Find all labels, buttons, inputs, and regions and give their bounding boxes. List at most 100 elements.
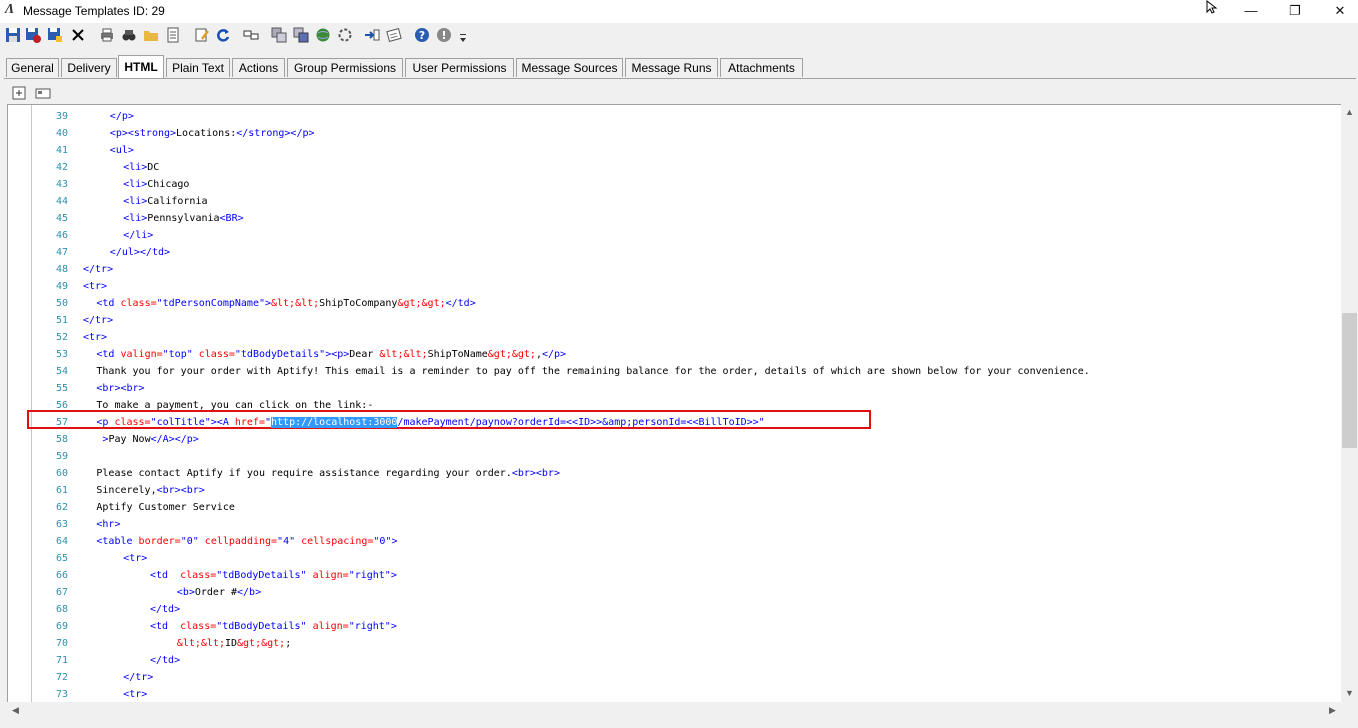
code-token: class= <box>180 621 217 632</box>
save-close-icon[interactable] <box>25 27 43 45</box>
code-token: Sincerely, <box>96 485 157 496</box>
horizontal-scrollbar[interactable]: ◀ ▶ <box>7 702 1341 719</box>
code-line[interactable]: 61 Sincerely,<br><br> <box>8 482 1342 499</box>
code-line[interactable]: 55 <br><br> <box>8 380 1342 397</box>
code-token: ShipToCompany <box>319 298 398 309</box>
notes-icon[interactable] <box>386 27 404 45</box>
code-token: <table <box>96 536 139 547</box>
code-line[interactable]: 59 <box>8 448 1342 465</box>
code-token: </li> <box>123 230 154 241</box>
tab-group-permissions[interactable]: Group Permissions <box>287 58 403 77</box>
tab-html[interactable]: HTML <box>118 55 164 78</box>
code-line[interactable]: 46 </li> <box>8 227 1342 244</box>
line-number: 69 <box>55 621 68 632</box>
save-icon[interactable] <box>5 27 23 45</box>
tab-general[interactable]: General <box>6 58 59 77</box>
code-line[interactable]: 65 <tr> <box>8 550 1342 567</box>
print-icon[interactable] <box>99 27 117 45</box>
code-token: <tr> <box>83 281 108 292</box>
code-line[interactable]: 64 <table border="0" cellpadding="4" cell… <box>8 533 1342 550</box>
help-icon[interactable]: ? <box>414 27 432 45</box>
close-button[interactable]: ✕ <box>1317 0 1358 23</box>
code-line[interactable]: 48 </tr> <box>8 261 1342 278</box>
code-line[interactable]: 57 <p class="colTitle"><A href="http://lo… <box>8 414 1342 431</box>
tab-user-permissions[interactable]: User Permissions <box>405 58 514 77</box>
code-line[interactable]: 54 Thank you for your order with Aptify! … <box>8 363 1342 380</box>
scroll-down-icon[interactable]: ▼ <box>1341 685 1358 702</box>
code-text: </p> <box>110 108 134 125</box>
code-line[interactable]: 52 <tr> <box>8 329 1342 346</box>
code-token: "tdBodyDetails" <box>216 570 313 581</box>
scroll-left-icon[interactable]: ◀ <box>7 702 24 719</box>
code-line[interactable]: 39 </p> <box>8 108 1342 125</box>
html-code-editor[interactable]: 39 </p> 40 <p><strong>Locations:</strong></… <box>7 104 1342 703</box>
code-token: cellspacing= <box>301 536 374 547</box>
code-line[interactable]: 44 <li>California <box>8 193 1342 210</box>
scroll-up-icon[interactable]: ▲ <box>1341 104 1358 121</box>
code-line[interactable]: 53 <td valign="top" class="tdBodyDetails"… <box>8 346 1342 363</box>
code-line[interactable]: 43 <li>Chicago <box>8 176 1342 193</box>
code-line[interactable]: 49 <tr> <box>8 278 1342 295</box>
refresh-icon[interactable] <box>215 27 233 45</box>
edit-icon[interactable] <box>194 27 212 45</box>
code-line[interactable]: 45 <li>Pennsylvania<BR> <box>8 210 1342 227</box>
code-token: DC <box>147 162 160 173</box>
vertical-scroll-thumb[interactable] <box>1342 313 1357 448</box>
expand-icon[interactable] <box>11 85 27 101</box>
code-line[interactable]: 62 Aptify Customer Service <box>8 499 1342 516</box>
delete-icon[interactable] <box>70 27 88 45</box>
tab-message-sources[interactable]: Message Sources <box>516 58 623 77</box>
find-icon[interactable] <box>121 27 139 45</box>
code-line[interactable]: 69 <td class="tdBodyDetails" align="right… <box>8 618 1342 635</box>
code-token: align= <box>312 621 349 632</box>
tab-actions[interactable]: Actions <box>232 58 285 77</box>
code-line[interactable]: 58 >Pay Now</A></p> <box>8 431 1342 448</box>
code-line[interactable]: 72 </tr> <box>8 669 1342 686</box>
code-line[interactable]: 66 <td class="tdBodyDetails" align="right… <box>8 567 1342 584</box>
code-token: &gt;&gt; <box>487 349 536 360</box>
window-title: Message Templates ID: 29 <box>23 4 165 18</box>
code-line[interactable]: 71 </td> <box>8 652 1342 669</box>
paste-icon[interactable] <box>293 27 311 45</box>
tab-message-runs[interactable]: Message Runs <box>625 58 718 77</box>
line-number: 58 <box>55 434 68 445</box>
open-folder-icon[interactable] <box>143 27 161 45</box>
code-token: &gt;&gt; <box>397 298 446 309</box>
minimize-button[interactable]: — <box>1228 0 1274 23</box>
code-line[interactable]: 41 <ul> <box>8 142 1342 159</box>
save-new-icon[interactable] <box>47 27 65 45</box>
dropdown-icon[interactable] <box>458 32 468 44</box>
code-line[interactable]: 70 &lt;&lt;ID&gt;&gt;; <box>8 635 1342 652</box>
code-token: valign= <box>120 349 163 360</box>
tab-plain-text[interactable]: Plain Text <box>166 58 230 77</box>
web-icon[interactable] <box>315 27 333 45</box>
preview-icon[interactable] <box>35 85 51 101</box>
code-line[interactable]: 63 <hr> <box>8 516 1342 533</box>
import-icon[interactable] <box>364 27 382 45</box>
info-icon[interactable]: ! <box>436 27 454 45</box>
line-number: 43 <box>55 179 68 190</box>
code-line[interactable]: 60 Please contact Aptify if you require a… <box>8 465 1342 482</box>
code-line[interactable]: 50 <td class="tdPersonCompName">&lt;&lt;S… <box>8 295 1342 312</box>
code-token: <li> <box>123 162 148 173</box>
code-line[interactable]: 68 </td> <box>8 601 1342 618</box>
properties-icon[interactable] <box>165 27 183 45</box>
code-line[interactable]: 40 <p><strong>Locations:</strong></p> <box>8 125 1342 142</box>
code-token: <td <box>150 621 181 632</box>
code-line[interactable]: 67 <b>Order #</b> <box>8 584 1342 601</box>
tab-delivery[interactable]: Delivery <box>61 58 117 77</box>
code-line[interactable]: 51 </tr> <box>8 312 1342 329</box>
restore-button[interactable]: ❐ <box>1272 0 1318 23</box>
settings-icon[interactable] <box>337 27 355 45</box>
line-number: 44 <box>55 196 68 207</box>
scroll-right-icon[interactable]: ▶ <box>1324 702 1341 719</box>
code-line[interactable]: 47 </ul></td> <box>8 244 1342 261</box>
code-text: </ul></td> <box>110 244 170 261</box>
tab-attachments[interactable]: Attachments <box>720 58 803 77</box>
code-line[interactable]: 56 To make a payment, you can click on th… <box>8 397 1342 414</box>
line-number: 48 <box>55 264 68 275</box>
link-icon[interactable] <box>243 27 261 45</box>
code-line[interactable]: 42 <li>DC <box>8 159 1342 176</box>
code-line[interactable]: 73 <tr> <box>8 686 1342 703</box>
copy-icon[interactable] <box>271 27 289 45</box>
